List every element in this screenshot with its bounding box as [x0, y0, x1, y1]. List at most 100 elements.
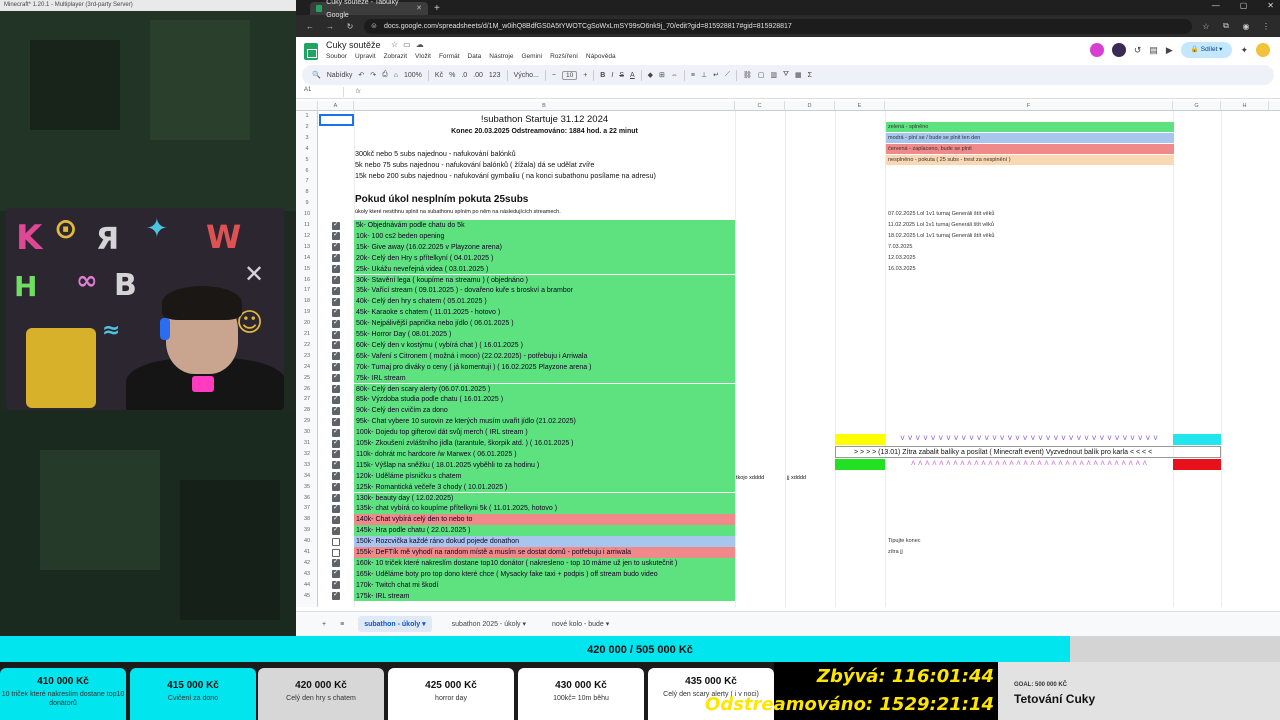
document-title[interactable]: Cuky soutěže [326, 40, 381, 50]
task-checkbox[interactable] [332, 296, 340, 306]
task-cell[interactable]: 90k- Celý den cvičím za dono [354, 405, 735, 417]
task-checkbox[interactable] [332, 274, 340, 284]
task-cell[interactable]: 85k- Výzdoba studia podle chatu ( 16.01.… [354, 394, 735, 406]
column-header[interactable]: F [885, 101, 1173, 111]
profile-icon[interactable]: ◉ [1240, 22, 1252, 31]
column-header[interactable]: G [1173, 101, 1221, 111]
row-number[interactable]: 25 [296, 373, 318, 384]
font-select[interactable]: Výcho... [514, 72, 539, 79]
task-cell[interactable]: 155k- DeFTík mě vyhodí na random místě a… [354, 547, 735, 558]
row-number[interactable]: 30 [296, 427, 318, 438]
row-number[interactable]: 27 [296, 394, 318, 405]
task-cell[interactable]: 105k- Zkoušení zvláštního jídla (tarantu… [354, 438, 735, 449]
task-checkbox[interactable] [332, 383, 340, 393]
row-number[interactable]: 43 [296, 569, 318, 580]
task-cell[interactable]: 70k- Turnaj pro diváky o ceny ( já komen… [354, 361, 735, 373]
back-icon[interactable]: ← [304, 22, 316, 31]
link-icon[interactable]: ⛓ [743, 71, 752, 79]
row-number[interactable]: 35 [296, 482, 318, 493]
new-tab-icon[interactable]: + [434, 2, 440, 15]
collaborator-avatar[interactable] [1111, 43, 1126, 57]
row-number[interactable]: 9 [296, 198, 318, 209]
valign-icon[interactable]: ⊥ [701, 71, 707, 79]
task-checkbox[interactable] [332, 318, 340, 328]
search-menus-label[interactable]: Nabídky [327, 72, 353, 79]
row-number[interactable]: 11 [296, 220, 318, 231]
row-number[interactable]: 28 [296, 405, 318, 416]
task-cell[interactable]: 115k- Výšlap na sněžku ( 18.01.2025 vybě… [354, 459, 735, 471]
task-cell[interactable]: 65k- Vaření s Citronem ( možná i moon) (… [354, 350, 735, 362]
side-note[interactable]: zítra jj [888, 547, 903, 557]
row-number[interactable]: 26 [296, 384, 318, 395]
row-number[interactable]: 17 [296, 285, 318, 296]
task-checkbox[interactable] [332, 394, 340, 404]
task-checkbox[interactable] [332, 252, 340, 263]
row-number[interactable]: 6 [296, 166, 318, 177]
task-cell[interactable]: 30k- Stavění lega ( koupíme na streamu )… [354, 274, 735, 286]
task-checkbox[interactable] [332, 230, 340, 241]
minimize-icon[interactable]: — [1212, 1, 1220, 10]
column-header[interactable]: D [785, 101, 835, 111]
undo-icon[interactable]: ↶ [358, 71, 364, 79]
task-cell[interactable]: 140k- Chat vybírá celý den to nebo to [354, 514, 735, 526]
font-size-plus-icon[interactable]: + [583, 72, 587, 79]
spreadsheet-grid[interactable]: A B C D E F G H 1 2 3 4 5 6 7 8 9 10 11 12 13 14 15 16 1… [296, 101, 1280, 607]
task-checkbox[interactable] [332, 537, 340, 546]
task-cell[interactable]: 60k- Celý den v kostýmu ( vybírá chat ) … [354, 339, 735, 351]
task-checkbox[interactable] [332, 285, 340, 295]
task-checkbox[interactable] [332, 448, 340, 459]
task-checkbox[interactable] [332, 525, 340, 535]
task-cell[interactable]: 80k- Celý den scary alerty (06.07.01.202… [354, 383, 735, 395]
functions-icon[interactable]: Σ [808, 72, 812, 79]
row-number[interactable]: 1 [296, 111, 318, 122]
number-format[interactable]: 123 [489, 72, 501, 79]
task-cell[interactable]: 120k- Udělámе písničku s chatem [354, 470, 735, 482]
row-number[interactable]: 7 [296, 176, 318, 187]
menu-edit[interactable]: Upravit [355, 53, 376, 60]
move-folder-icon[interactable]: ▭ [403, 40, 416, 49]
close-tab-icon[interactable]: ✕ [416, 2, 422, 15]
task-checkbox[interactable] [332, 405, 340, 415]
task-cell[interactable]: 150k- Rozcvička každé ráno dokud pojede … [354, 536, 735, 547]
search-menus-icon[interactable]: 🔍 [312, 71, 321, 79]
name-box[interactable]: A1 [296, 86, 344, 97]
fill-color-icon[interactable]: ◆ [648, 71, 653, 79]
percent-format[interactable]: % [449, 72, 455, 79]
sheet-tab[interactable]: subathon 2025 - úkoly ▾ [446, 616, 532, 632]
menu-extensions[interactable]: Rozšíření [550, 53, 578, 60]
row-number[interactable]: 32 [296, 449, 318, 460]
row-number[interactable]: 2 [296, 122, 318, 133]
browser-tab-active[interactable]: Cuky soutěže - Tabulky Google ✕ [310, 0, 428, 19]
task-checkbox[interactable] [332, 361, 340, 372]
filter-icon[interactable]: ⛛ [783, 71, 789, 79]
zoom-select[interactable]: 100% [404, 72, 422, 79]
all-sheets-icon[interactable]: ≡ [340, 621, 344, 628]
task-cell[interactable]: 5k- Objednávám podle chatu do 5k [354, 220, 735, 231]
task-checkbox[interactable] [332, 481, 340, 492]
column-header[interactable]: H [1221, 101, 1269, 111]
menu-dots-icon[interactable]: ⋮ [1260, 22, 1272, 31]
row-number[interactable]: 15 [296, 264, 318, 275]
column-header[interactable]: C [735, 101, 785, 111]
task-cell[interactable]: 145k- Hra podle chatu ( 22.01.2025 ) [354, 525, 735, 537]
task-checkbox[interactable] [332, 492, 340, 502]
currency-format[interactable]: Kč [435, 72, 443, 79]
browser-window[interactable]: Cuky soutěže - Tabulky Google ✕ + — ▢ ✕ … [296, 0, 1280, 636]
text-color-icon[interactable]: A [630, 72, 635, 79]
font-size-minus-icon[interactable]: − [552, 72, 556, 79]
row-number[interactable]: 4 [296, 144, 318, 155]
task-cell[interactable]: 135k- chat vybírá co koupíme přítelkyni … [354, 503, 735, 515]
menu-data[interactable]: Data [468, 53, 482, 60]
task-cell[interactable]: 45k- Karaoke s chatem ( 11.01.2025 - hot… [354, 307, 735, 319]
task-checkbox[interactable] [332, 568, 340, 579]
menu-file[interactable]: Soubor [326, 53, 347, 60]
row-number[interactable]: 33 [296, 460, 318, 471]
task-checkbox[interactable] [332, 503, 340, 513]
cloud-status-icon[interactable]: ☁ [416, 40, 429, 49]
menu-help[interactable]: Nápověda [586, 53, 616, 60]
maximize-icon[interactable]: ▢ [1240, 1, 1248, 10]
row-number[interactable]: 36 [296, 493, 318, 504]
decrease-decimals[interactable]: .0 [461, 72, 467, 79]
borders-icon[interactable]: ⊞ [659, 71, 665, 79]
task-cell[interactable]: 160k- 10 triček které nakreslím dostane … [354, 557, 735, 569]
